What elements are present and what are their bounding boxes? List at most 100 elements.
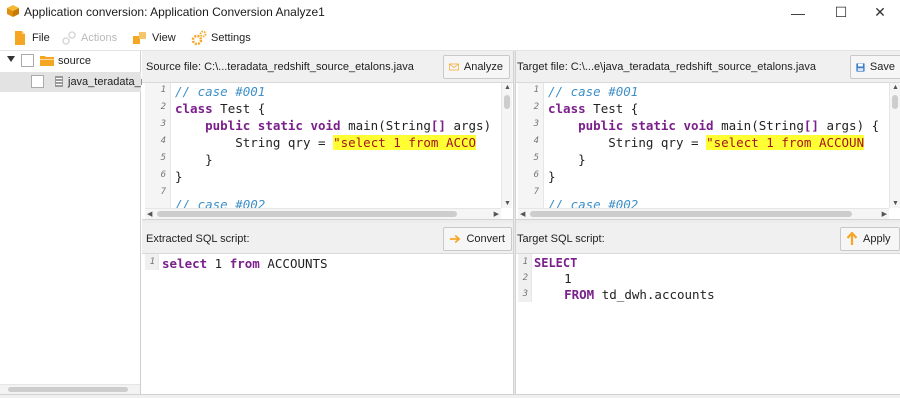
line-number: 6: [160, 170, 166, 180]
floppy-save-icon: [856, 62, 865, 72]
close-button[interactable]: ✕: [857, 0, 900, 25]
line-number: 2: [160, 102, 166, 112]
sql-line: select 1 from ACCOUNTS: [162, 256, 328, 271]
code-line: // case #002: [548, 197, 639, 208]
source-file-label: Source file: C:\...teradata_redshift_sou…: [146, 61, 414, 73]
menu-actions[interactable]: Actions: [61, 28, 117, 48]
status-strip: [0, 394, 900, 398]
code-line: class Test {: [548, 101, 639, 116]
target-sql-editor[interactable]: 1 2 3 SELECT 1 FROM td_dwh.accounts: [518, 254, 900, 394]
line-number: 3: [533, 119, 539, 129]
line-number-gutter: 1 2 3: [518, 254, 532, 302]
extracted-sql-pane: Extracted SQL script: Convert 1 select 1…: [142, 223, 513, 394]
menu-actions-label: Actions: [81, 32, 118, 44]
line-number: 4: [160, 136, 166, 146]
code-line: }: [175, 169, 183, 184]
tree-item-source[interactable]: source: [0, 51, 141, 71]
target-sql-pane: Target SQL script: Apply 1 2 3 SELECT 1 …: [516, 223, 900, 394]
line-number-gutter: 1: [145, 254, 159, 270]
target-file-pane: Target file: C:\...e\java_teradata_redsh…: [516, 51, 900, 223]
menu-settings-label: Settings: [211, 32, 251, 44]
expand-arrow-icon[interactable]: [7, 56, 15, 62]
line-number: 7: [533, 187, 539, 197]
line-number: 2: [522, 273, 528, 283]
code-line: // case #001: [175, 84, 266, 99]
tree-item-java-file[interactable]: java_teradata_re: [0, 72, 151, 92]
source-horizontal-scrollbar[interactable]: ◀ ▶: [145, 208, 501, 219]
extracted-sql-editor[interactable]: 1 select 1 from ACCOUNTS: [145, 254, 513, 394]
source-file-pane: Source file: C:\...teradata_redshift_sou…: [142, 51, 513, 223]
line-number: 5: [533, 153, 539, 163]
sql-line: FROM td_dwh.accounts: [564, 287, 715, 302]
code-line: String qry = "select 1 from ACCOUN: [608, 135, 865, 150]
vertical-splitter[interactable]: [513, 51, 516, 398]
convert-button-label: Convert: [466, 233, 505, 245]
sql-line: SELECT: [534, 256, 578, 270]
menu-view[interactable]: View: [132, 28, 176, 48]
line-number: 4: [533, 136, 539, 146]
line-number-gutter: 1 2 3 4 5 6 7: [518, 83, 544, 208]
line-number: 5: [160, 153, 166, 163]
line-number: 1: [522, 257, 528, 267]
line-number: 3: [160, 119, 166, 129]
tree-item-label: java_teradata_re: [68, 76, 151, 88]
app-cube-icon: [7, 5, 19, 17]
target-code-editor[interactable]: 1 2 3 4 5 6 7 // case #001 class Test { …: [518, 83, 890, 208]
tree-checkbox[interactable]: [31, 75, 44, 88]
target-horizontal-scrollbar[interactable]: ◀ ▶: [518, 208, 889, 219]
menu-settings[interactable]: Settings: [191, 28, 251, 48]
save-button[interactable]: Save: [850, 55, 900, 79]
code-line: public static void main(String[] args) {: [578, 118, 880, 133]
target-file-label: Target file: C:\...e\java_teradata_redsh…: [517, 61, 817, 73]
source-code-editor[interactable]: 1 2 3 4 5 6 7 // case #001 class Test { …: [145, 83, 501, 208]
window-title: Application conversion: Application Conv…: [24, 5, 325, 19]
line-number: 1: [160, 85, 166, 95]
code-line: }: [578, 152, 586, 167]
convert-button[interactable]: Convert: [443, 227, 512, 251]
arrow-right-icon: [449, 234, 461, 244]
extracted-sql-label: Extracted SQL script:: [146, 233, 250, 245]
menu-file-label: File: [32, 32, 50, 44]
line-number: 1: [533, 85, 539, 95]
line-number: 3: [522, 289, 528, 299]
target-pane-header: Target file: C:\...e\java_teradata_redsh…: [516, 51, 900, 83]
code-line: // case #002: [175, 197, 266, 208]
line-number: 6: [533, 170, 539, 180]
apply-button-label: Apply: [863, 233, 891, 245]
line-number: 2: [533, 102, 539, 112]
view-icon: [133, 32, 146, 44]
menu-bar: File Actions View Settings: [0, 25, 900, 51]
target-vertical-scrollbar[interactable]: ▲ ▼: [889, 83, 900, 208]
minimize-button[interactable]: —: [775, 0, 821, 25]
code-line: public static void main(String[] args): [205, 118, 492, 133]
analyze-button[interactable]: Analyze: [443, 55, 510, 79]
tree-checkbox[interactable]: [21, 54, 34, 67]
file-doc-icon: [55, 76, 63, 87]
line-number: 7: [160, 187, 166, 197]
apply-button[interactable]: Apply: [840, 227, 900, 251]
line-number-gutter: 1 2 3 4 5 6 7: [145, 83, 171, 208]
code-line: class Test {: [175, 101, 266, 116]
file-icon: [15, 31, 25, 45]
extracted-sql-header: Extracted SQL script: Convert: [142, 223, 513, 254]
code-line: }: [205, 152, 213, 167]
title-bar: Application conversion: Application Conv…: [0, 0, 900, 25]
analyze-button-label: Analyze: [463, 61, 503, 73]
source-vertical-scrollbar[interactable]: ▲ ▼: [501, 83, 512, 208]
line-number: 1: [149, 257, 155, 267]
source-pane-header: Source file: C:\...teradata_redshift_sou…: [142, 51, 513, 83]
code-line: }: [548, 169, 556, 184]
target-sql-header: Target SQL script: Apply: [516, 223, 900, 254]
tree-horizontal-scrollbar[interactable]: [0, 384, 140, 394]
tree-item-label: source: [58, 55, 92, 67]
code-line: String qry = "select 1 from ACCO: [235, 135, 477, 150]
settings-gear-icon: [191, 30, 207, 46]
actions-icon: [62, 31, 76, 45]
arrow-up-icon: [846, 232, 858, 245]
sql-line: 1: [564, 271, 572, 286]
target-sql-label: Target SQL script:: [517, 233, 605, 245]
project-tree: source java_teradata_re: [0, 51, 151, 398]
code-line: // case #001: [548, 84, 639, 99]
menu-file[interactable]: File: [12, 28, 50, 48]
folder-icon: [40, 56, 54, 66]
